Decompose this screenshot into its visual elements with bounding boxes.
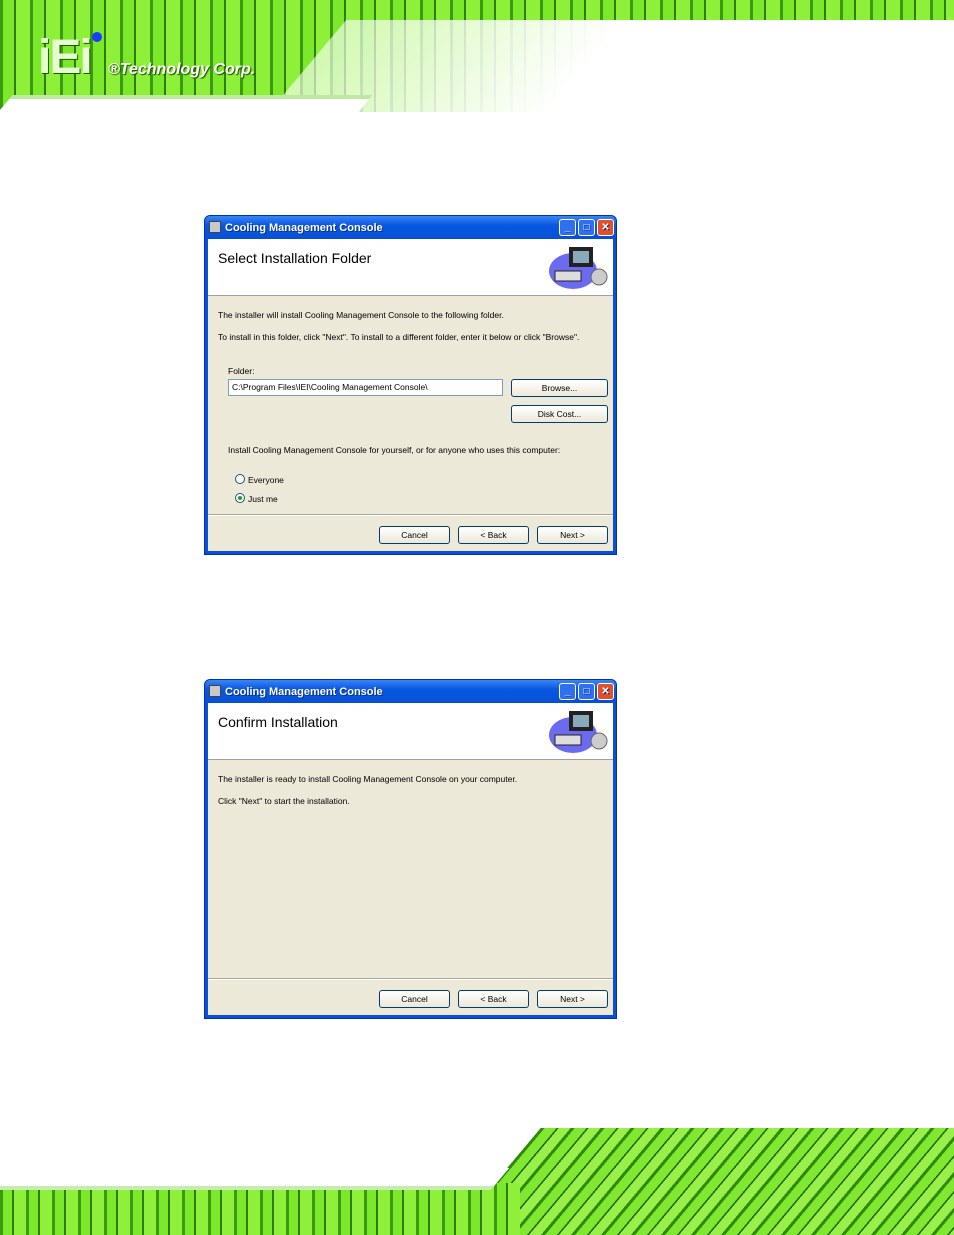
ready-text: The installer is ready to install Coolin… <box>218 774 518 784</box>
radio-just-me-label: Just me <box>248 494 278 504</box>
install-for-text: Install Cooling Management Console for y… <box>228 445 561 455</box>
dialog-confirm-installation: Cooling Management Console _ □ ✕ Confirm… <box>204 679 617 1019</box>
radio-everyone-label: Everyone <box>248 475 284 485</box>
folder-label: Folder: <box>228 366 255 376</box>
window-title: Cooling Management Console <box>225 686 383 698</box>
minimize-button[interactable]: _ <box>559 219 576 236</box>
divider <box>208 978 613 980</box>
installer-icon <box>209 221 221 233</box>
footer-banner <box>0 1128 954 1235</box>
radio-everyone[interactable] <box>235 474 245 484</box>
title-bar: Cooling Management Console _ □ ✕ <box>205 216 616 239</box>
computer-icon <box>549 711 608 753</box>
next-button[interactable]: Next > <box>537 990 608 1008</box>
disk-cost-button[interactable]: Disk Cost... <box>511 405 608 423</box>
computer-icon <box>549 247 608 289</box>
dialog-select-folder: Cooling Management Console _ □ ✕ Select … <box>204 215 617 555</box>
company-name: ®Technology Corp. <box>108 61 256 78</box>
instructions-text: Click "Next" to start the installation. <box>218 796 350 806</box>
header-banner: iEi ®Technology Corp. <box>0 0 954 112</box>
title-bar: Cooling Management Console _ □ ✕ <box>205 680 616 703</box>
dialog-heading: Confirm Installation <box>218 714 338 730</box>
next-button[interactable]: Next > <box>537 526 608 544</box>
dialog-heading: Select Installation Folder <box>218 250 372 266</box>
logo: iEi <box>38 31 93 84</box>
installer-icon <box>209 685 221 697</box>
instructions-text: To install in this folder, click "Next".… <box>218 332 580 342</box>
window-title: Cooling Management Console <box>225 222 383 234</box>
back-button[interactable]: < Back <box>458 990 529 1008</box>
folder-input[interactable]: C:\Program Files\IEI\Cooling Management … <box>228 379 503 396</box>
maximize-button[interactable]: □ <box>578 683 595 700</box>
back-button[interactable]: < Back <box>458 526 529 544</box>
close-button[interactable]: ✕ <box>597 219 614 236</box>
browse-button[interactable]: Browse... <box>511 379 608 397</box>
maximize-button[interactable]: □ <box>578 219 595 236</box>
cancel-button[interactable]: Cancel <box>379 990 450 1008</box>
intro-text: The installer will install Cooling Manag… <box>218 310 504 320</box>
radio-just-me[interactable] <box>235 493 245 503</box>
divider <box>208 514 613 516</box>
close-button[interactable]: ✕ <box>597 683 614 700</box>
cancel-button[interactable]: Cancel <box>379 526 450 544</box>
minimize-button[interactable]: _ <box>559 683 576 700</box>
